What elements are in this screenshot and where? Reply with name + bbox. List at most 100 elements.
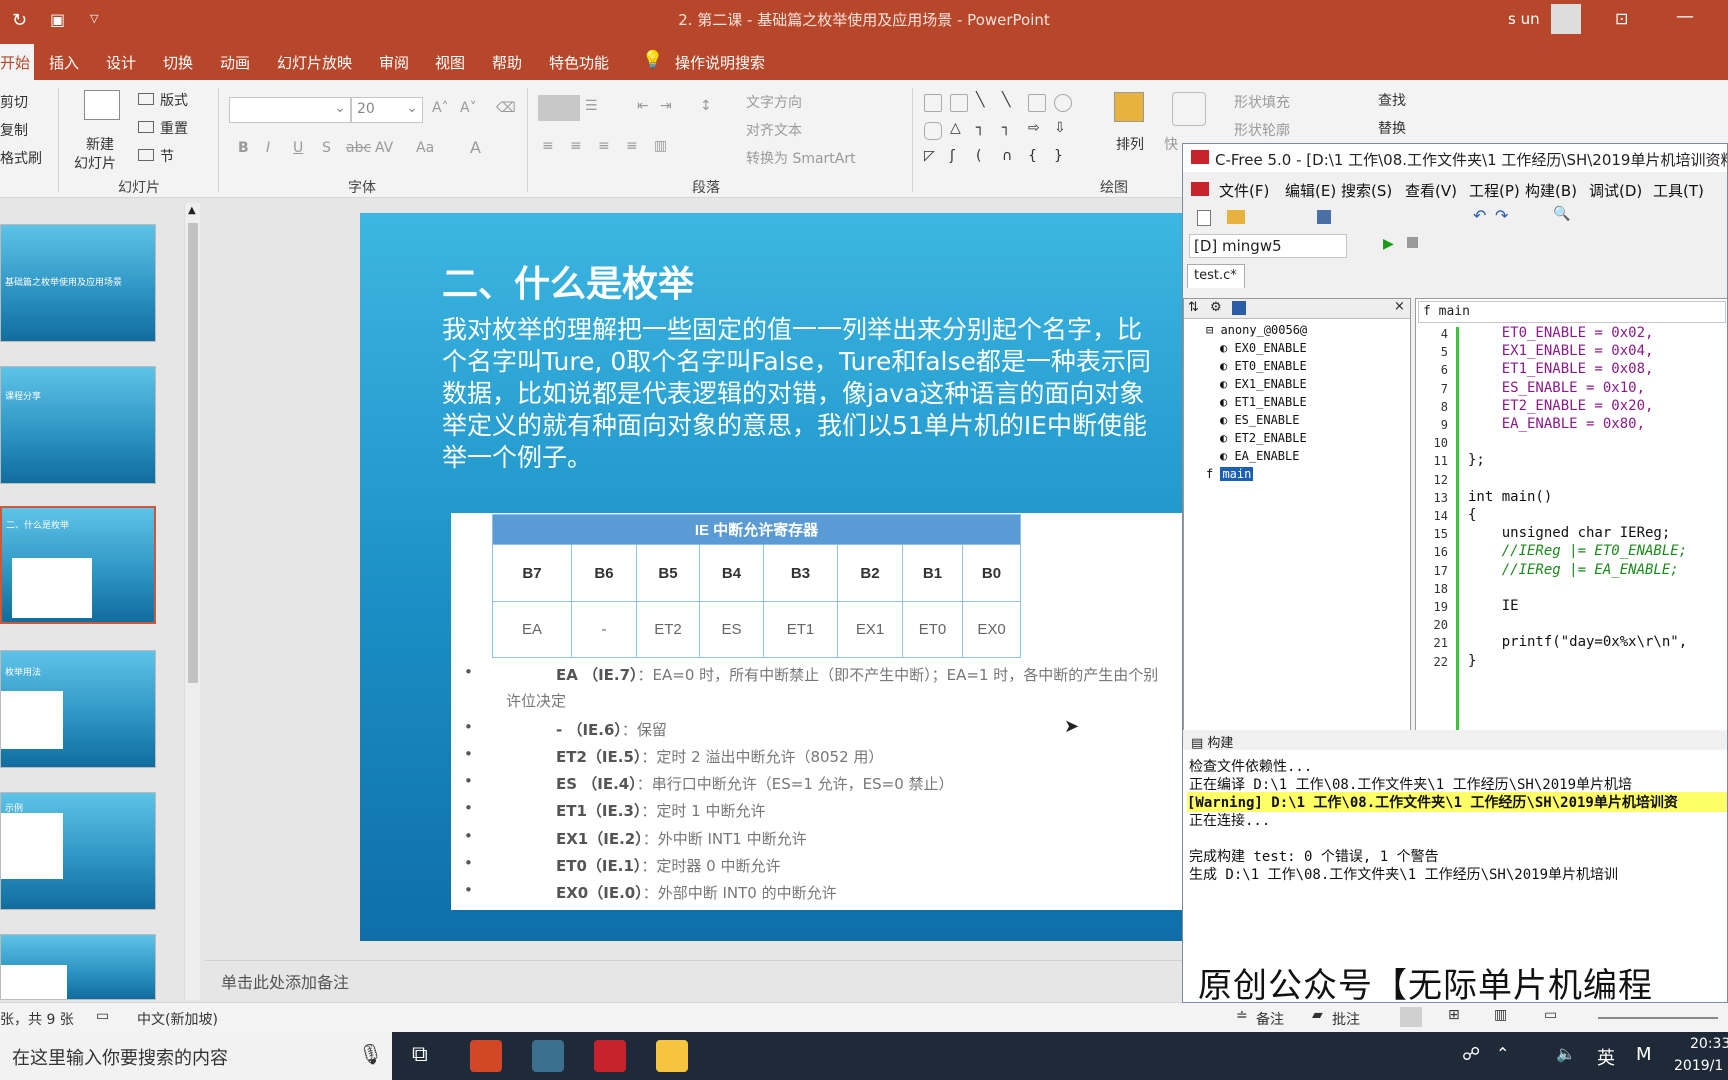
find-icon[interactable]: 🔍 (1553, 206, 1570, 222)
slide-thumbnail-2[interactable]: 课程分享 (0, 366, 156, 484)
task-view-icon[interactable]: ⧉ (412, 1042, 428, 1067)
menu-search[interactable]: 搜索(S) (1341, 180, 1392, 201)
new-slide-icon[interactable] (84, 90, 120, 120)
code-line[interactable]: ES_ENABLE = 0x10, (1468, 380, 1645, 396)
align-right-icon[interactable]: ≡ (598, 138, 610, 154)
strikethrough-icon[interactable]: abc (346, 140, 371, 156)
find-button[interactable]: 查找 (1378, 90, 1406, 110)
text-direction-button[interactable]: 文字方向 (746, 92, 802, 112)
normal-view-icon[interactable] (1400, 1007, 1422, 1027)
slide-thumbnail-6[interactable] (0, 934, 156, 1000)
clock-date[interactable]: 2019/1 (1674, 1058, 1723, 1074)
view-icon[interactable] (1232, 301, 1246, 315)
menu-file[interactable]: 文件(F) (1219, 180, 1269, 201)
menu-view[interactable]: 查看(V) (1405, 180, 1457, 201)
menu-edit[interactable]: 编辑(E) (1285, 180, 1336, 201)
justify-icon[interactable]: ≡ (626, 138, 638, 154)
code-line[interactable]: ET1_ENABLE = 0x08, (1468, 361, 1654, 377)
slide-title[interactable]: 二、什么是枚举 (442, 255, 694, 307)
notes-button[interactable]: 备注 (1256, 1009, 1284, 1029)
slide-thumbnail-4[interactable]: 枚举用法 (0, 650, 156, 768)
cfree-window[interactable]: C-Free 5.0 - [D:\1 工作\08.工作文件夹\1 工作经历\SH… (1182, 143, 1728, 1003)
code-line[interactable]: { (1468, 507, 1476, 523)
build-line[interactable]: 完成构建 test: 0 个错误, 1 个警告 (1189, 846, 1439, 866)
avatar[interactable] (1551, 4, 1581, 34)
zoom-slider[interactable] (1598, 1017, 1718, 1019)
tell-me-search[interactable]: 操作说明搜索 (675, 52, 765, 73)
microphone-icon[interactable]: 🎙 (358, 1042, 383, 1066)
arrange-button[interactable]: 排列 (1116, 134, 1144, 154)
powerpoint-taskbar-icon[interactable] (470, 1040, 502, 1072)
undo-icon[interactable]: ↶ (1473, 206, 1486, 225)
tab-home[interactable]: 开始 (0, 44, 34, 80)
menu-project[interactable]: 工程(P) (1469, 180, 1520, 201)
tab-design[interactable]: 设计 (106, 52, 136, 73)
language-status[interactable]: 中文(新加坡) (137, 1009, 218, 1029)
code-line[interactable]: IE (1468, 598, 1519, 614)
align-text-button[interactable]: 对齐文本 (746, 120, 802, 140)
tab-transitions[interactable]: 切换 (163, 52, 193, 73)
compiler-select[interactable]: [D] mingw5 (1189, 234, 1347, 258)
code-line[interactable]: int main() (1468, 489, 1552, 505)
tray-chevron-icon[interactable]: ⌃ (1496, 1044, 1509, 1063)
menu-tools[interactable]: 工具(T) (1653, 180, 1704, 201)
ime-indicator[interactable]: 英 (1597, 1044, 1615, 1070)
tree-item-main[interactable]: f main (1206, 467, 1254, 481)
tree-item[interactable]: ◐ EA_ENABLE (1220, 449, 1299, 463)
tree-item[interactable]: ◐ ET2_ENABLE (1220, 431, 1307, 445)
save-icon[interactable] (1317, 210, 1331, 224)
bullets-icon[interactable] (538, 95, 580, 121)
stop-icon[interactable] (1407, 237, 1418, 248)
reading-view-icon[interactable]: ▥ (1494, 1007, 1507, 1023)
redo-icon[interactable]: ↷ (1495, 206, 1508, 225)
tree-item[interactable]: ◐ ET0_ENABLE (1220, 359, 1307, 373)
tab-special[interactable]: 特色功能 (549, 52, 609, 73)
smartart-button[interactable]: 转换为 SmartArt (746, 148, 856, 168)
build-line[interactable]: 生成 D:\1 工作\08.工作文件夹\1 工作经历\SH\2019单片机培训 (1189, 864, 1618, 884)
taskbar-search[interactable]: 在这里输入你要搜索的内容 🎙 (0, 1032, 392, 1080)
ime-mode-icon[interactable]: M (1636, 1044, 1652, 1065)
code-line[interactable]: EA_ENABLE = 0x80, (1468, 416, 1645, 432)
run-icon[interactable]: ▶ (1383, 236, 1394, 252)
user-name[interactable]: s un (1508, 10, 1540, 28)
slideshow-view-icon[interactable]: ▭ (1544, 1007, 1557, 1023)
editor-tab[interactable]: test.c* (1187, 264, 1245, 288)
copy-button[interactable]: 复制 (0, 120, 28, 140)
new-slide-label-2[interactable]: 幻灯片 (74, 153, 116, 173)
build-line[interactable]: 检查文件依赖性... (1189, 756, 1312, 776)
clock-time[interactable]: 20:33 (1690, 1036, 1728, 1052)
thumbnail-scrollbar[interactable]: ▲ (184, 203, 200, 1000)
indent-increase-icon[interactable]: ⇥ (660, 98, 672, 114)
align-left-icon[interactable]: ≡ (542, 138, 554, 154)
shadow-icon[interactable]: S (322, 140, 331, 156)
font-name-combo[interactable]: ⌄ (229, 97, 351, 123)
filter-icon[interactable]: ⚙ (1210, 300, 1222, 315)
code-line[interactable]: } (1468, 653, 1476, 669)
build-line[interactable]: 正在编译 D:\1 工作\08.工作文件夹\1 工作经历\SH\2019单片机培 (1189, 774, 1632, 794)
code-line[interactable]: ET2_ENABLE = 0x20, (1468, 398, 1654, 414)
tab-help[interactable]: 帮助 (492, 52, 522, 73)
menu-debug[interactable]: 调试(D) (1589, 180, 1642, 201)
cut-button[interactable]: 剪切 (0, 92, 28, 112)
cfree-taskbar-icon[interactable] (594, 1040, 626, 1072)
code-line[interactable]: //IEReg |= ET0_ENABLE; (1468, 543, 1687, 559)
columns-icon[interactable]: ▥ (654, 138, 667, 154)
layout-button[interactable]: 版式 (160, 90, 188, 110)
tree-root[interactable]: ⊟ anony_@0056@ (1206, 323, 1307, 337)
change-case-icon[interactable]: Aa (416, 140, 434, 156)
sort-icon[interactable]: ⇅ (1188, 300, 1199, 315)
arrange-icon[interactable] (1114, 92, 1144, 122)
tree-item[interactable]: ◐ ES_ENABLE (1220, 413, 1299, 427)
code-line[interactable]: }; (1468, 452, 1485, 468)
align-center-icon[interactable]: ≡ (570, 138, 582, 154)
format-painter-button[interactable]: 格式刷 (0, 148, 42, 168)
new-slide-label-1[interactable]: 新建 (86, 134, 114, 154)
tab-review[interactable]: 审阅 (379, 52, 409, 73)
grow-font-icon[interactable]: A˄ (432, 100, 449, 116)
tab-animations[interactable]: 动画 (220, 52, 250, 73)
tab-view[interactable]: 视图 (435, 52, 465, 73)
people-icon[interactable]: ☍ (1462, 1044, 1480, 1065)
replace-button[interactable]: 替换 (1378, 118, 1406, 138)
slide-thumbnail-1[interactable]: 基础篇之枚举使用及应用场景 (0, 224, 156, 342)
line-spacing-icon[interactable]: ↕ (700, 98, 712, 114)
